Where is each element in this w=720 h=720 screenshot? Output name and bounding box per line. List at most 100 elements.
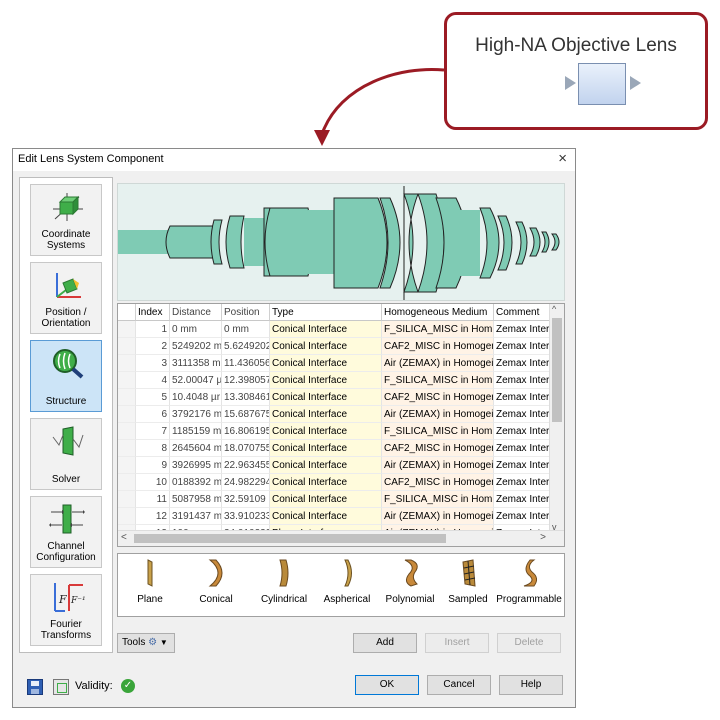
sidebar-item-structure[interactable]: Structure [30, 340, 102, 412]
cell-distance[interactable]: 10.4048 µr [170, 389, 222, 406]
cell-medium[interactable]: CAF2_MISC in Homoger [382, 474, 494, 491]
row-selector[interactable] [118, 508, 136, 525]
cell-distance[interactable]: 3792176 m [170, 406, 222, 423]
shape-polynomial[interactable]: Polynomial [380, 558, 440, 605]
help-button[interactable]: Help [499, 675, 563, 695]
cell-medium[interactable]: CAF2_MISC in Homoger [382, 389, 494, 406]
cell-index[interactable]: 12 [136, 508, 170, 525]
cell-type[interactable]: Conical Interface [270, 508, 382, 525]
cell-distance[interactable]: 2645604 m [170, 440, 222, 457]
sidebar-item-coordinate-systems[interactable]: Coordinate Systems [30, 184, 102, 256]
sidebar-item-channel-configuration[interactable]: Channel Configuration [30, 496, 102, 568]
row-selector[interactable] [118, 406, 136, 423]
cell-comment[interactable]: Zemax Interf [494, 508, 550, 525]
cell-comment[interactable]: Zemax Interf [494, 474, 550, 491]
ok-button[interactable]: OK [355, 675, 419, 695]
cell-type[interactable]: Conical Interface [270, 389, 382, 406]
cell-type[interactable]: Conical Interface [270, 457, 382, 474]
cell-index[interactable]: 1 [136, 321, 170, 338]
header-distance[interactable]: Distance [170, 304, 222, 321]
row-selector[interactable] [118, 389, 136, 406]
cell-index[interactable]: 10 [136, 474, 170, 491]
row-selector[interactable] [118, 491, 136, 508]
cell-medium[interactable]: Air (ZEMAX) in Homogei [382, 508, 494, 525]
cell-medium[interactable]: F_SILICA_MISC in Hom [382, 321, 494, 338]
cell-position[interactable]: 22.963455 [222, 457, 270, 474]
cell-type[interactable]: Conical Interface [270, 321, 382, 338]
cell-comment[interactable]: Zemax Interf [494, 423, 550, 440]
cell-comment[interactable]: Zemax Interf [494, 372, 550, 389]
cell-position[interactable]: 32.59109 [222, 491, 270, 508]
table-row[interactable]: 8 2645604 m 18.070755 Conical Interface CAF2… [118, 440, 550, 457]
cell-comment[interactable]: Zemax Interf [494, 491, 550, 508]
cell-index[interactable]: 2 [136, 338, 170, 355]
cell-position[interactable]: 5.6249202 [222, 338, 270, 355]
cell-position[interactable]: 13.308461 [222, 389, 270, 406]
cell-medium[interactable]: F_SILICA_MISC in Hom [382, 423, 494, 440]
close-button[interactable]: × [558, 150, 567, 167]
row-selector[interactable] [118, 423, 136, 440]
cell-type[interactable]: Conical Interface [270, 372, 382, 389]
shape-sampled[interactable]: Sampled [444, 558, 492, 605]
table-row[interactable]: 10 mm 0 mm Conical Interface F_SILICA_MISC … [118, 321, 550, 338]
cell-index[interactable]: 5 [136, 389, 170, 406]
cell-distance[interactable]: 0188392 m [170, 474, 222, 491]
save-icon[interactable] [27, 679, 43, 695]
cell-distance[interactable]: 0 mm [170, 321, 222, 338]
cell-type[interactable]: Conical Interface [270, 406, 382, 423]
row-selector[interactable] [118, 372, 136, 389]
delete-button[interactable]: Delete [497, 633, 561, 653]
table-row[interactable]: 11 5087958 m 32.59109 Conical Interface F_SI… [118, 491, 550, 508]
tools-dropdown[interactable]: Tools ⚙ ▼ [117, 633, 175, 653]
shape-conical[interactable]: Conical [192, 558, 240, 605]
horizontal-scroll-thumb[interactable] [134, 534, 446, 543]
shape-aspherical[interactable]: Aspherical [320, 558, 374, 605]
catalog-icon[interactable] [53, 679, 69, 695]
cell-index[interactable]: 8 [136, 440, 170, 457]
cell-distance[interactable]: 5249202 m [170, 338, 222, 355]
cell-distance[interactable]: 52.00047 µ [170, 372, 222, 389]
cell-index[interactable]: 3 [136, 355, 170, 372]
cancel-button[interactable]: Cancel [427, 675, 491, 695]
cell-medium[interactable]: CAF2_MISC in Homoger [382, 440, 494, 457]
row-selector[interactable] [118, 457, 136, 474]
scroll-right-arrow-icon[interactable]: > [540, 532, 546, 543]
cell-type[interactable]: Conical Interface [270, 423, 382, 440]
cell-position[interactable]: 24.982294 [222, 474, 270, 491]
sidebar-item-solver[interactable]: Solver [30, 418, 102, 490]
cell-index[interactable]: 4 [136, 372, 170, 389]
sidebar-item-position-orientation[interactable]: Position / Orientation [30, 262, 102, 334]
insert-button[interactable]: Insert [425, 633, 489, 653]
header-comment[interactable]: Comment [494, 304, 550, 321]
cell-comment[interactable]: Zemax Interf [494, 389, 550, 406]
cell-medium[interactable]: Air (ZEMAX) in Homogei [382, 406, 494, 423]
cell-medium[interactable]: Air (ZEMAX) in Homogei [382, 457, 494, 474]
table-row[interactable]: 7 1185159 m 16.806195 Conical Interface F_SI… [118, 423, 550, 440]
table-horizontal-scrollbar[interactable]: < > [118, 530, 564, 546]
cell-medium[interactable]: F_SILICA_MISC in Hom [382, 372, 494, 389]
header-position[interactable]: Position [222, 304, 270, 321]
cell-medium[interactable]: F_SILICA_MISC in Hom [382, 491, 494, 508]
row-selector[interactable] [118, 338, 136, 355]
row-selector[interactable] [118, 355, 136, 372]
header-medium[interactable]: Homogeneous Medium [382, 304, 494, 321]
sidebar-item-fourier-transforms[interactable]: F F⁻¹ Fourier Transforms [30, 574, 102, 646]
cell-position[interactable]: 11.436056 [222, 355, 270, 372]
cell-medium[interactable]: CAF2_MISC in Homoger [382, 338, 494, 355]
cell-position[interactable]: 0 mm [222, 321, 270, 338]
cell-position[interactable]: 15.687675 [222, 406, 270, 423]
cell-position[interactable]: 33.910233 [222, 508, 270, 525]
row-selector[interactable] [118, 474, 136, 491]
cell-type[interactable]: Conical Interface [270, 491, 382, 508]
add-button[interactable]: Add [353, 633, 417, 653]
cell-distance[interactable]: 3926995 m [170, 457, 222, 474]
header-index[interactable]: Index [136, 304, 170, 321]
cell-distance[interactable]: 1185159 m [170, 423, 222, 440]
row-selector[interactable] [118, 321, 136, 338]
cell-type[interactable]: Conical Interface [270, 338, 382, 355]
scroll-up-arrow-icon[interactable]: ^ [552, 304, 556, 314]
cell-comment[interactable]: Zemax Interf [494, 406, 550, 423]
table-row[interactable]: 9 3926995 m 22.963455 Conical Interface Air … [118, 457, 550, 474]
cell-comment[interactable]: Zemax Interf [494, 321, 550, 338]
table-row[interactable]: 10 0188392 m 24.982294 Conical Interface CAF… [118, 474, 550, 491]
